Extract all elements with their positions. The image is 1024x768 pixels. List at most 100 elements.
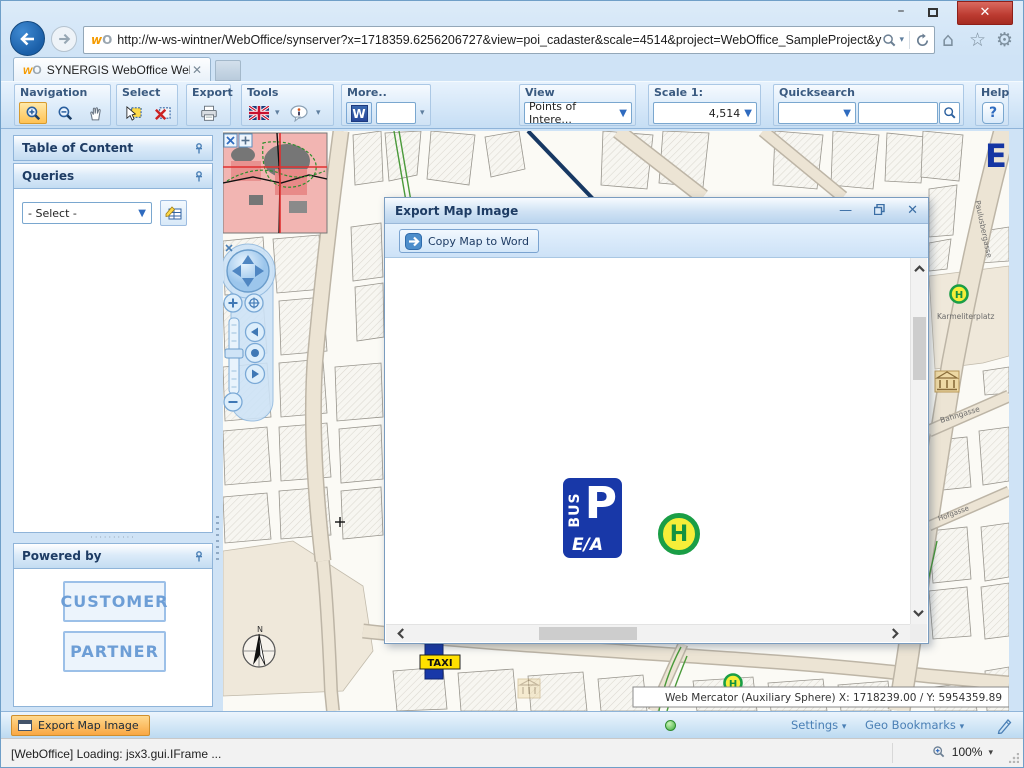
new-tab-button[interactable] bbox=[215, 60, 241, 81]
queries-panel-body: - Select - ▼ bbox=[13, 189, 213, 533]
home-icon[interactable]: ⌂ bbox=[942, 28, 954, 52]
favorites-star-icon[interactable]: ☆ bbox=[969, 28, 986, 52]
nav-forward-button[interactable] bbox=[246, 365, 265, 384]
help-button[interactable]: ? bbox=[982, 102, 1004, 124]
dialog-close-button[interactable]: ✕ bbox=[907, 204, 918, 217]
more-combo-input[interactable] bbox=[376, 102, 416, 124]
browser-statusbar: [WebOffice] Loading: jsx3.gui.IFrame ...… bbox=[1, 738, 1023, 767]
window-minimize-button[interactable]: – bbox=[889, 3, 913, 23]
powered-by-label: Powered by bbox=[22, 549, 102, 563]
dialog-minimize-button[interactable]: — bbox=[839, 204, 852, 217]
query-builder-icon bbox=[165, 205, 183, 221]
copy-map-to-word-label: Copy Map to Word bbox=[428, 235, 529, 248]
nav-full-extent-button[interactable] bbox=[245, 294, 263, 312]
window-maximize-button[interactable] bbox=[921, 3, 945, 23]
scale-value: 4,514 bbox=[709, 107, 741, 120]
word-export-button[interactable]: W bbox=[346, 102, 372, 124]
dialog-map-preview[interactable]: BUS P E/A H bbox=[386, 258, 910, 624]
more-dropdown-caret[interactable]: ▾ bbox=[420, 108, 425, 118]
more-group-label: More.. bbox=[347, 86, 387, 99]
export-group-label: Export bbox=[192, 86, 233, 99]
nav-back-button[interactable] bbox=[246, 323, 265, 342]
scroll-right-arrow[interactable] bbox=[887, 627, 904, 640]
address-bar[interactable]: wO http://w-ws-wintner/WebOffice/synserv… bbox=[83, 26, 935, 54]
quicksearch-button[interactable] bbox=[939, 102, 960, 124]
select-features-button[interactable] bbox=[120, 102, 147, 124]
clear-selection-button[interactable] bbox=[149, 102, 176, 124]
export-map-image-task-button[interactable]: Export Map Image bbox=[11, 715, 150, 736]
overview-map-inset[interactable] bbox=[223, 133, 327, 233]
panel-map-splitter[interactable] bbox=[213, 131, 223, 711]
queries-pin-icon[interactable] bbox=[194, 171, 204, 182]
scroll-left-arrow[interactable] bbox=[392, 627, 409, 640]
url-text[interactable]: http://w-ws-wintner/WebOffice/synserver?… bbox=[117, 33, 882, 47]
printer-icon bbox=[199, 105, 219, 122]
quicksearch-input[interactable] bbox=[858, 102, 938, 124]
scale-dropdown[interactable]: 4,514 ▼ bbox=[653, 102, 757, 124]
window-resize-grip[interactable] bbox=[1009, 753, 1019, 763]
browser-zoom-control[interactable]: 100% ▾ bbox=[932, 745, 993, 759]
refresh-icon[interactable] bbox=[915, 33, 930, 48]
queries-panel-header[interactable]: Queries bbox=[13, 163, 213, 189]
dialog-horizontal-scrollbar[interactable] bbox=[386, 624, 910, 642]
export-task-label: Export Map Image bbox=[38, 719, 139, 732]
dialog-titlebar[interactable]: Export Map Image — ✕ bbox=[385, 198, 928, 224]
url-search-icon[interactable]: ▾ bbox=[882, 33, 904, 48]
info-button[interactable] bbox=[286, 102, 312, 124]
view-dropdown[interactable]: Points of Intere... ▼ bbox=[524, 102, 632, 124]
inset-close-button[interactable] bbox=[224, 134, 237, 147]
browser-forward-button[interactable] bbox=[51, 26, 77, 52]
pan-button[interactable] bbox=[81, 102, 109, 124]
toc-pin-icon[interactable] bbox=[194, 143, 204, 154]
partner-logo[interactable]: PARTNER bbox=[63, 631, 166, 672]
map-navigation-control[interactable] bbox=[223, 244, 275, 421]
help-group-label: Help bbox=[981, 86, 1009, 99]
dialog-toolbar: Copy Map to Word bbox=[385, 224, 928, 258]
powered-by-pin-icon[interactable] bbox=[194, 551, 204, 562]
vertical-scroll-thumb[interactable] bbox=[913, 317, 926, 380]
horizontal-scroll-thumb[interactable] bbox=[539, 627, 637, 640]
print-button[interactable] bbox=[195, 102, 223, 124]
query-select-dropdown[interactable]: - Select - ▼ bbox=[22, 202, 152, 224]
select-icon bbox=[124, 105, 143, 122]
tab-close-icon[interactable]: ✕ bbox=[190, 63, 204, 77]
customer-logo[interactable]: CUSTOMER bbox=[63, 581, 166, 622]
settings-menu[interactable]: Settings ▾ bbox=[791, 718, 846, 732]
word-icon: W bbox=[351, 105, 368, 122]
queries-header-label: Queries bbox=[22, 169, 74, 183]
geo-bookmarks-menu[interactable]: Geo Bookmarks ▾ bbox=[865, 718, 964, 732]
browser-back-button[interactable] bbox=[10, 21, 45, 56]
redlining-pencil-icon[interactable] bbox=[996, 716, 1013, 737]
nav-zoom-out-button[interactable] bbox=[224, 393, 242, 411]
quicksearch-dropdown[interactable]: ▼ bbox=[778, 102, 856, 124]
language-button[interactable] bbox=[246, 102, 272, 124]
nav-zoom-in-button[interactable] bbox=[224, 294, 242, 312]
copy-map-to-word-button[interactable]: Copy Map to Word bbox=[399, 229, 539, 253]
settings-gear-icon[interactable]: ⚙ bbox=[996, 28, 1013, 52]
query-builder-button[interactable] bbox=[160, 200, 187, 226]
sidebar-splitter-handle[interactable]: ·········· bbox=[13, 535, 213, 543]
view-group-label: View bbox=[525, 86, 555, 99]
dialog-vertical-scrollbar[interactable] bbox=[910, 258, 927, 624]
quicksearch-group-label: Quicksearch bbox=[779, 86, 855, 99]
info-dropdown-caret[interactable]: ▾ bbox=[316, 108, 321, 118]
sidebar: Table of Content Queries - Select - ▼ bbox=[13, 135, 213, 707]
scroll-down-arrow[interactable] bbox=[911, 609, 927, 618]
zoom-slider-thumb[interactable] bbox=[225, 349, 243, 358]
scroll-up-arrow[interactable] bbox=[911, 264, 927, 273]
view-dropdown-value: Points of Intere... bbox=[529, 100, 619, 126]
zoom-out-button[interactable] bbox=[51, 102, 79, 124]
status-text: [WebOffice] Loading: jsx3.gui.IFrame ... bbox=[11, 747, 221, 761]
dialog-restore-button[interactable] bbox=[874, 204, 885, 218]
nav-center-button[interactable] bbox=[246, 344, 265, 363]
toc-panel-header[interactable]: Table of Content bbox=[13, 135, 213, 161]
inset-move-button[interactable] bbox=[239, 134, 252, 147]
powered-by-header[interactable]: Powered by bbox=[13, 543, 213, 569]
browser-tab[interactable]: wO SYNERGIS WebOffice Web... ✕ bbox=[13, 57, 211, 81]
window-close-button[interactable]: ✕ bbox=[957, 1, 1013, 25]
toolbar-group-quicksearch: Quicksearch ▼ bbox=[773, 84, 964, 126]
bus-sign-p-text: P bbox=[585, 478, 617, 529]
toolbar-group-view: View Points of Intere... ▼ bbox=[519, 84, 636, 126]
zoom-in-button[interactable] bbox=[19, 102, 47, 124]
language-dropdown-caret[interactable]: ▾ bbox=[275, 108, 280, 118]
